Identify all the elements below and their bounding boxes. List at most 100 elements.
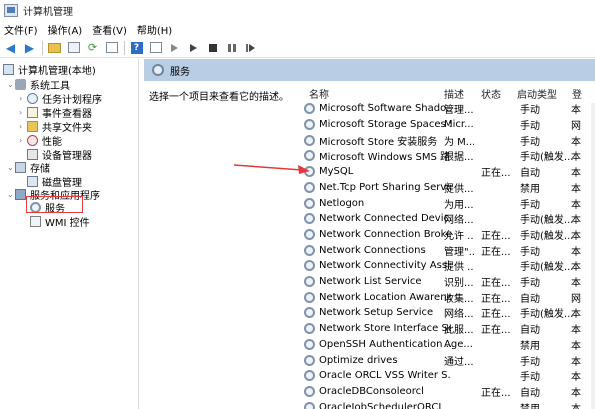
menu-view[interactable]: 查看(V) xyxy=(92,22,127,37)
service-name: Netlogon xyxy=(319,197,365,209)
service-row[interactable]: Netlogon 为用... 手动本 xyxy=(304,195,595,211)
show-hide-console-tree-button[interactable] xyxy=(66,40,81,55)
panel-header: 服务 xyxy=(144,59,595,81)
service-desc: 识别... xyxy=(444,278,474,290)
service-logon: 本 xyxy=(571,262,581,274)
tree-system-tools[interactable]: ⌄ 系统工具 xyxy=(7,77,70,92)
service-row[interactable]: Network Connection Broker 允许 ... 正在... 手动(触… xyxy=(304,227,595,243)
service-desc: 管理"... xyxy=(444,246,474,258)
service-logon: 网 xyxy=(571,293,581,305)
service-logon: 网 xyxy=(571,121,581,133)
column-header-status[interactable]: 状态 xyxy=(481,86,501,101)
chevron-right-icon[interactable]: › xyxy=(19,136,27,145)
service-logon: 本 xyxy=(571,105,581,117)
service-name: Microsoft Software Shado... xyxy=(319,103,451,115)
tree-performance[interactable]: › 性能 xyxy=(19,133,62,148)
chevron-right-icon[interactable]: › xyxy=(19,108,27,117)
event-log-icon xyxy=(27,106,38,118)
menu-action[interactable]: 操作(A) xyxy=(48,22,83,37)
service-row[interactable]: OpenSSH Authentication ... Age... 禁用本 xyxy=(304,337,595,353)
export-list-button[interactable] xyxy=(104,40,119,55)
disk-icon xyxy=(27,175,38,187)
service-row[interactable]: OracleDBConsoleorcl 正在... 自动本 xyxy=(304,384,595,400)
arrow-right-icon: ▶ xyxy=(24,40,35,55)
toolbar: ◀ ▶ ⟳ ? xyxy=(0,38,595,58)
gear-icon xyxy=(304,119,315,131)
tree-shared-folders[interactable]: › 共享文件夹 xyxy=(19,119,92,134)
export-icon xyxy=(105,42,118,53)
service-logon: 本 xyxy=(571,136,581,148)
computer-icon xyxy=(3,63,14,75)
tree-storage[interactable]: ⌄ 存储 xyxy=(7,160,50,175)
service-row[interactable]: Microsoft Software Shado... 管理... 手动本 xyxy=(304,101,595,117)
gear-icon xyxy=(304,307,315,319)
start-service-alt-button[interactable] xyxy=(186,40,201,55)
menu-file[interactable]: 文件(F) xyxy=(4,22,38,37)
chevron-down-icon[interactable]: ⌄ xyxy=(7,190,15,199)
column-header-name[interactable]: 名称 xyxy=(309,86,329,101)
service-row[interactable]: Network Connectivity Assis... 提供 ... 手动(触发… xyxy=(304,258,595,274)
gear-icon xyxy=(304,401,315,409)
gear-icon xyxy=(304,354,315,366)
service-row[interactable]: Network Store Interface Se... 此服... 正在... 自… xyxy=(304,321,595,337)
service-row[interactable]: Oracle ORCL VSS Writer S... 手动本 xyxy=(304,368,595,384)
service-desc: 为 M... xyxy=(444,136,474,148)
start-service-button[interactable] xyxy=(167,40,182,55)
service-row[interactable]: Network Connected Devic... 网络... 手动(触发... 本 xyxy=(304,211,595,227)
menu-bar: 文件(F) 操作(A) 查看(V) 帮助(H) xyxy=(0,21,595,38)
service-row[interactable]: Network Setup Service 网络... 正在... 手动(触发... 本 xyxy=(304,305,595,321)
column-header-startup-type[interactable]: 启动类型 xyxy=(517,86,557,101)
restart-service-button[interactable] xyxy=(243,40,258,55)
gear-icon xyxy=(304,103,315,115)
service-row[interactable]: Network Location Awarene... 收集... 正在... 自动网 xyxy=(304,289,595,305)
performance-icon xyxy=(27,134,38,146)
pause-service-button[interactable] xyxy=(224,40,239,55)
tree-task-scheduler[interactable]: › 任务计划程序 xyxy=(19,91,102,106)
gear-icon xyxy=(304,228,315,240)
up-one-level-button[interactable] xyxy=(47,40,62,55)
forward-button[interactable]: ▶ xyxy=(22,40,37,55)
service-row[interactable]: MySQL 正在... 自动本 xyxy=(304,164,595,180)
column-header-description[interactable]: 描述 xyxy=(444,86,464,101)
chevron-down-icon[interactable]: ⌄ xyxy=(7,163,15,172)
service-name: OracleDBConsoleorcl xyxy=(319,385,424,397)
service-desc: 根据... xyxy=(444,152,474,164)
tree-storage-label: 存储 xyxy=(30,163,50,175)
help-button[interactable]: ? xyxy=(129,40,144,55)
service-row[interactable]: Microsoft Windows SMS 路... 根据... 手动(触发... 本 xyxy=(304,148,595,164)
service-row[interactable]: Net.Tcp Port Sharing Service 提供... 禁用本 xyxy=(304,180,595,196)
service-row[interactable]: Optimize drives 通过... 手动本 xyxy=(304,352,595,368)
gear-icon xyxy=(304,260,315,272)
service-logon: 本 xyxy=(571,199,581,211)
service-row[interactable]: Microsoft Storage Spaces S... Micr... 手动网 xyxy=(304,117,595,133)
service-status: 正在... xyxy=(481,246,511,258)
tree-root[interactable]: 计算机管理(本地) xyxy=(3,62,96,77)
tree-event-viewer-label: 事件查看器 xyxy=(42,108,92,120)
tree-wmi[interactable]: WMI 控件 xyxy=(30,214,90,229)
chevron-right-icon[interactable]: › xyxy=(19,94,27,103)
chevron-down-icon[interactable]: ⌄ xyxy=(7,80,15,89)
refresh-button[interactable]: ⟳ xyxy=(85,40,100,55)
service-row[interactable]: OracleJobSchedulerORCL禁用本 xyxy=(304,399,595,409)
menu-help[interactable]: 帮助(H) xyxy=(137,22,172,37)
column-header-logon-as[interactable]: 登 xyxy=(572,86,582,101)
service-row[interactable]: Network List Service 识别... 正在... 手动本 xyxy=(304,274,595,290)
chevron-right-icon[interactable]: › xyxy=(19,122,27,131)
service-name: Network List Service xyxy=(319,276,422,288)
vertical-scrollbar[interactable] xyxy=(591,103,595,409)
services-apps-icon xyxy=(15,188,26,200)
service-name: Network Connectivity Assis... xyxy=(319,260,451,272)
column-headers: ⌃ 名称 描述 状态 启动类型 登 xyxy=(144,81,595,111)
service-desc: Micr... xyxy=(444,119,474,131)
service-name: Network Store Interface Se... xyxy=(319,323,451,335)
service-name: Optimize drives xyxy=(319,354,398,366)
properties-button[interactable] xyxy=(148,40,163,55)
tree-event-viewer[interactable]: › 事件查看器 xyxy=(19,105,92,120)
service-row[interactable]: Network Connections管理"...正在...手动本 xyxy=(304,242,595,258)
stop-service-button[interactable] xyxy=(205,40,220,55)
service-row[interactable]: Microsoft Store 安装服务为 M... 手动本 xyxy=(304,132,595,148)
back-button[interactable]: ◀ xyxy=(3,40,18,55)
console-tree: 计算机管理(本地) ⌄ 系统工具 › 任务计划程序 › 事件查看器 › 共享文件… xyxy=(0,59,139,409)
pause-icon xyxy=(227,43,236,52)
service-logon: 本 xyxy=(571,356,581,368)
